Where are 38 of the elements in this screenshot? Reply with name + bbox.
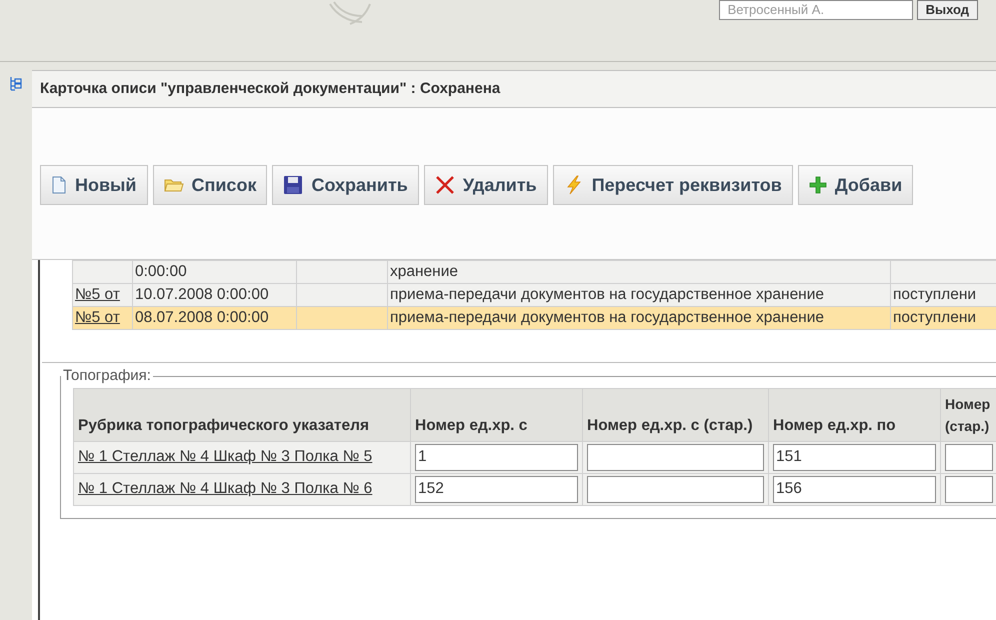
column-header: Номер ед.хр. с xyxy=(415,416,528,434)
column-header: Номер (стар.) xyxy=(945,396,990,434)
panel-title: Карточка описи "управленческой документации" : Сохранена xyxy=(32,70,996,108)
number-field[interactable]: 151 xyxy=(773,444,936,470)
number-field[interactable] xyxy=(587,476,764,502)
table-row[interactable]: №5 от 10.07.2008 0:00:00 приема-передачи документов на государственное хранение поступлени xyxy=(72,284,996,306)
date-cell: 08.07.2008 0:00:00 xyxy=(135,309,269,326)
folder-icon xyxy=(164,177,184,193)
toolbar-button[interactable]: Пересчет реквизитов xyxy=(552,165,793,205)
number-field[interactable]: 156 xyxy=(773,476,936,502)
date-cell: 10.07.2008 0:00:00 xyxy=(135,286,269,303)
description-cell: хранение xyxy=(390,263,458,280)
plus-icon xyxy=(808,176,827,194)
table-row[interactable]: 0:00:00 хранение xyxy=(72,260,996,284)
toolbar-button[interactable]: Удалить xyxy=(424,165,548,205)
column-header: Номер ед.хр. с (стар.) xyxy=(587,416,753,434)
toolbar-button[interactable]: Список xyxy=(152,165,268,205)
number-field[interactable] xyxy=(587,444,764,470)
document-icon xyxy=(51,176,67,194)
type-cell: поступлени xyxy=(893,309,976,326)
table-row[interactable]: №5 от 08.07.2008 0:00:00 приема-передачи документов на государственное хранение поступлени xyxy=(72,306,996,330)
number-field[interactable]: 1 xyxy=(415,444,578,470)
number-field[interactable] xyxy=(945,444,993,470)
number-field[interactable]: 152 xyxy=(415,476,578,502)
description-cell: приема-передачи документов на государственное хранение xyxy=(390,309,824,326)
tree-icon[interactable] xyxy=(9,76,23,92)
toolbar-button[interactable]: Добави xyxy=(798,165,914,205)
description-cell: приема-передачи документов на государственное хранение xyxy=(390,286,824,303)
toolbar-button[interactable]: Новый xyxy=(40,165,148,205)
type-cell: поступлени xyxy=(893,286,976,303)
column-header: Номер ед.хр. по xyxy=(773,416,896,434)
column-header: Рубрика топографического указателя xyxy=(78,416,370,434)
toolbar-button[interactable]: Сохранить xyxy=(272,165,419,205)
close-icon xyxy=(434,175,455,195)
number-field[interactable] xyxy=(945,476,993,502)
logout-button[interactable]: Выход xyxy=(916,0,978,20)
section-legend: Топография: xyxy=(61,365,153,388)
date-cell: 0:00:00 xyxy=(135,263,187,280)
